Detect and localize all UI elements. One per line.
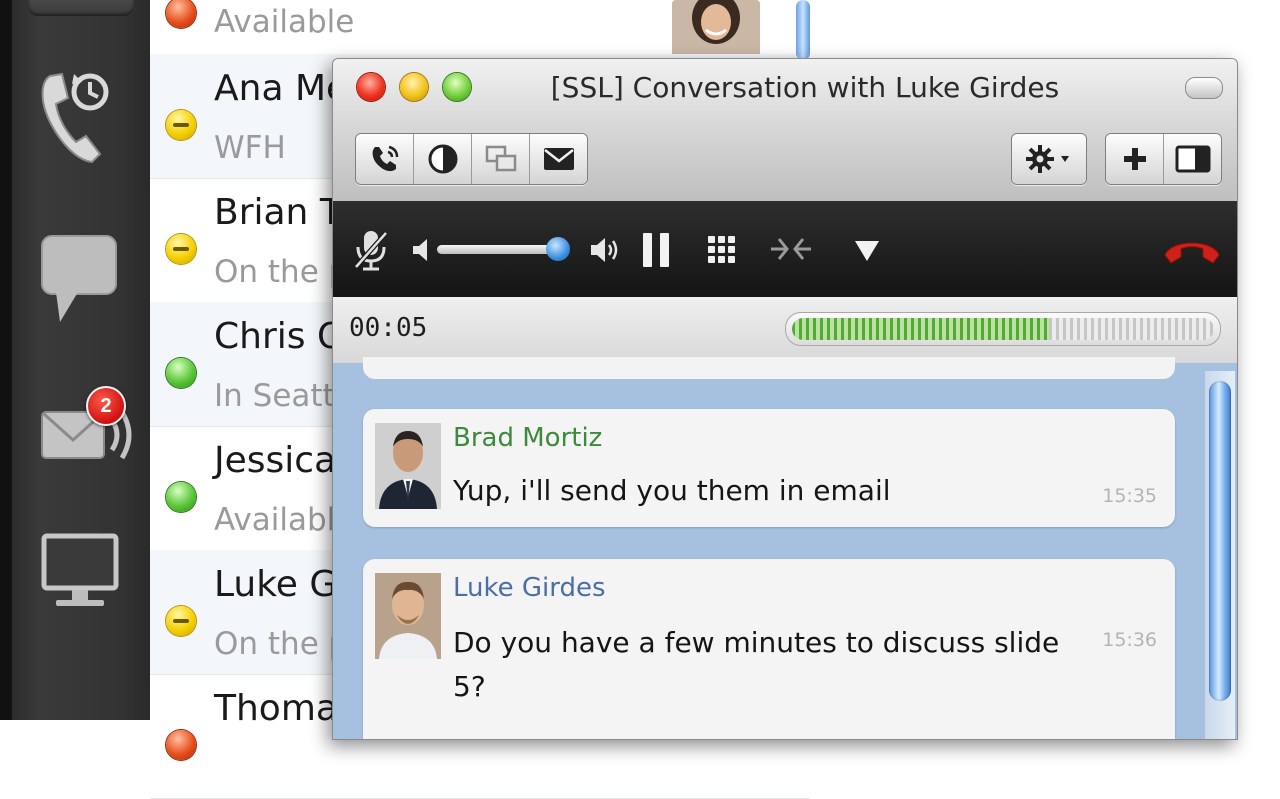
merge-icon[interactable] bbox=[769, 233, 813, 269]
volume-slider-knob[interactable] bbox=[546, 237, 570, 261]
windows-button[interactable] bbox=[472, 134, 530, 184]
phone-history-icon[interactable] bbox=[36, 62, 116, 170]
call-control-bar bbox=[333, 201, 1237, 297]
screen-share-icon[interactable] bbox=[40, 532, 120, 616]
add-icon bbox=[1123, 148, 1146, 170]
signal-level-remaining bbox=[1049, 318, 1214, 340]
chat-message: Luke Girdes Do you have a few minutes to… bbox=[363, 559, 1175, 739]
contact-status: WFH bbox=[214, 130, 286, 166]
presence-available-icon bbox=[166, 358, 196, 388]
message-time: 15:36 bbox=[1102, 629, 1157, 651]
sidebar-icon bbox=[1175, 145, 1210, 173]
message-time: 15:35 bbox=[1102, 485, 1157, 507]
call-timer: 00:05 bbox=[349, 313, 428, 343]
contact-row[interactable]: Available bbox=[150, 0, 810, 60]
settings-group bbox=[1011, 133, 1087, 185]
contact-status: Available bbox=[214, 4, 355, 40]
call-status-bar: 00:05 bbox=[333, 297, 1237, 364]
contrast-icon bbox=[428, 144, 457, 174]
toolbar-left-group bbox=[355, 133, 588, 185]
sender-avatar bbox=[375, 423, 441, 509]
mute-mic-icon[interactable] bbox=[353, 227, 389, 277]
contact-status: On the p bbox=[214, 626, 349, 662]
contact-avatar bbox=[672, 0, 760, 60]
presence-busy-icon bbox=[166, 0, 196, 28]
chat-icon[interactable] bbox=[38, 232, 122, 332]
previous-message-bubble bbox=[363, 357, 1175, 379]
toolbar-toggle-button[interactable] bbox=[1185, 77, 1223, 99]
contact-name: Chris Q bbox=[214, 316, 346, 357]
message-text: Yup, i'll send you them in email bbox=[453, 474, 891, 507]
gear-icon bbox=[1026, 145, 1069, 173]
presence-away-icon bbox=[166, 110, 196, 140]
conversation-window: [SSL] Conversation with Luke Girdes 00:0… bbox=[332, 58, 1238, 740]
signal-level-fill bbox=[792, 318, 1049, 340]
rail-top-tab[interactable] bbox=[28, 0, 134, 16]
volume-low-icon bbox=[411, 237, 431, 267]
toolbar-right-group bbox=[1105, 133, 1222, 185]
window-title: [SSL] Conversation with Luke Girdes bbox=[550, 71, 1060, 104]
presence-away-icon bbox=[166, 234, 196, 264]
settings-dropdown-button[interactable] bbox=[1012, 134, 1086, 184]
call-icon bbox=[372, 145, 398, 172]
contrast-button[interactable] bbox=[414, 134, 472, 184]
presence-busy-icon bbox=[166, 730, 196, 760]
chat-history: Brad Mortiz Yup, i'll send you them in e… bbox=[333, 357, 1237, 739]
contact-name: Luke Gi bbox=[214, 564, 348, 605]
windows-icon bbox=[485, 145, 516, 172]
window-toolbar bbox=[333, 121, 1237, 202]
chat-scrollbar-thumb[interactable] bbox=[1209, 381, 1231, 701]
chat-message: Brad Mortiz Yup, i'll send you them in e… bbox=[363, 409, 1175, 527]
mail-button[interactable] bbox=[530, 134, 587, 184]
contact-list-scrollbar[interactable] bbox=[796, 0, 810, 60]
volume-high-icon bbox=[589, 235, 621, 269]
left-icon-rail: 2 bbox=[0, 0, 150, 720]
presence-away-icon bbox=[166, 606, 196, 636]
keypad-icon[interactable] bbox=[707, 235, 737, 269]
contact-name: Ana Me bbox=[214, 68, 349, 109]
voicemail-count-badge: 2 bbox=[86, 386, 126, 426]
hang-up-icon[interactable] bbox=[1161, 233, 1223, 273]
sender-avatar bbox=[375, 573, 441, 659]
contact-status: In Seattl bbox=[214, 378, 344, 414]
dropdown-arrow-icon[interactable] bbox=[853, 239, 881, 267]
contact-status: On the p bbox=[214, 254, 349, 290]
message-sender: Brad Mortiz bbox=[453, 423, 603, 453]
message-text: Do you have a few minutes to discuss sli… bbox=[453, 626, 1060, 703]
rail-edge bbox=[0, 0, 12, 720]
contact-name: Brian Tr bbox=[214, 192, 352, 233]
window-titlebar[interactable]: [SSL] Conversation with Luke Girdes bbox=[333, 59, 1237, 121]
pause-icon[interactable] bbox=[641, 231, 671, 273]
contact-name: Jessica bbox=[214, 440, 337, 481]
message-sender: Luke Girdes bbox=[453, 573, 606, 603]
mail-icon bbox=[543, 148, 574, 170]
add-button[interactable] bbox=[1106, 134, 1164, 184]
sidebar-toggle-button[interactable] bbox=[1164, 134, 1221, 184]
call-button[interactable] bbox=[356, 134, 414, 184]
signal-level-meter bbox=[785, 312, 1221, 346]
presence-available-icon bbox=[166, 482, 196, 512]
